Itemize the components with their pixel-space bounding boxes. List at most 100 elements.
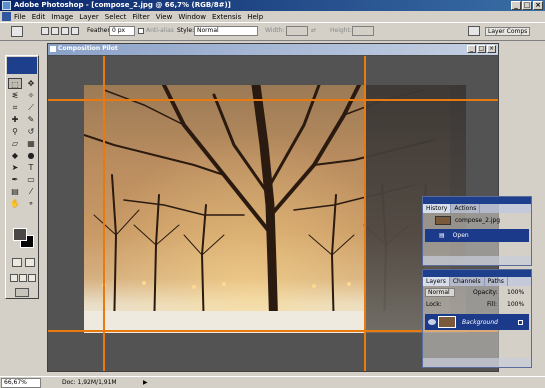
tab-actions[interactable]: Actions xyxy=(451,204,481,213)
lock-icon xyxy=(518,319,523,325)
menu-file[interactable]: File xyxy=(14,13,26,21)
menu-image[interactable]: Image xyxy=(51,13,73,21)
tool-preset-picker[interactable] xyxy=(11,26,23,37)
clone-stamp-icon[interactable]: ⚲ xyxy=(8,126,22,137)
shape-tool-icon[interactable]: ▭ xyxy=(24,174,38,185)
blend-mode-select[interactable]: Normal xyxy=(425,288,455,297)
eraser-tool-icon[interactable]: ▱ xyxy=(8,138,22,149)
app-icon xyxy=(2,1,11,10)
guide-horizontal-top[interactable] xyxy=(48,99,498,101)
menu-edit[interactable]: Edit xyxy=(32,13,46,21)
history-footer xyxy=(423,256,531,265)
move-tool-icon[interactable]: ✥ xyxy=(24,78,38,89)
layer-row-background[interactable]: Background xyxy=(425,314,529,330)
lock-label: Lock: xyxy=(426,301,442,308)
hand-tool-icon[interactable]: ✋ xyxy=(8,198,22,209)
close-button[interactable]: × xyxy=(533,1,543,10)
intersect-selection-icon[interactable] xyxy=(71,27,79,35)
menu-layer[interactable]: Layer xyxy=(79,13,99,21)
antialias-checkbox[interactable] xyxy=(138,28,144,34)
jump-to-imageready-icon[interactable] xyxy=(15,288,29,297)
fill-label: Fill: xyxy=(487,301,498,308)
palette-well-icon[interactable] xyxy=(468,26,480,36)
eye-icon[interactable] xyxy=(428,319,436,325)
fill-value[interactable]: 100% xyxy=(507,301,524,308)
photoshop-icon[interactable] xyxy=(2,12,11,21)
dodge-tool-icon[interactable]: ● xyxy=(24,150,38,161)
width-input[interactable] xyxy=(286,26,308,36)
document-title-bar[interactable]: Composition Pilot _ □ × xyxy=(48,44,498,55)
snapshot-thumbnail xyxy=(435,216,451,225)
width-label: Width: xyxy=(265,27,285,34)
standard-mode-icon[interactable] xyxy=(12,258,22,267)
opacity-value[interactable]: 100% xyxy=(507,289,524,296)
pen-tool-icon[interactable]: ✒ xyxy=(8,174,22,185)
type-tool-icon[interactable]: T xyxy=(24,162,38,173)
guide-vertical-left[interactable] xyxy=(103,56,105,371)
blur-tool-icon[interactable]: ◆ xyxy=(8,150,22,161)
zoom-tool-icon[interactable]: ⚬ xyxy=(24,198,38,209)
foreground-color-swatch[interactable] xyxy=(13,228,27,241)
tool-grid: ⬚ ✥ ᓬ ✧ ⌗ ⟋ ✚ ✎ ⚲ ↺ ▱ ▦ ◆ ● ➤ T ✒ ▭ ▤ ⁄ … xyxy=(6,75,38,209)
slice-tool-icon[interactable]: ⟋ xyxy=(24,102,38,113)
add-selection-icon[interactable] xyxy=(51,27,59,35)
toolbox: ⬚ ✥ ᓬ ✧ ⌗ ⟋ ✚ ✎ ⚲ ↺ ▱ ▦ ◆ ● ➤ T ✒ ▭ ▤ ⁄ … xyxy=(5,55,39,299)
snapshot-label: compose_2.jpg xyxy=(455,217,501,224)
status-menu-arrow-icon[interactable]: ▶ xyxy=(143,379,148,386)
brush-tool-icon[interactable]: ✎ xyxy=(24,114,38,125)
gradient-tool-icon[interactable]: ▦ xyxy=(24,138,38,149)
history-palette: History Actions compose_2.jpg ▤ Open xyxy=(422,196,532,266)
history-step-open[interactable]: ▤ Open xyxy=(425,229,529,242)
antialias-label: Anti-alias xyxy=(146,27,174,34)
style-select[interactable]: Normal xyxy=(194,26,258,36)
history-palette-titlebar[interactable] xyxy=(423,197,531,204)
tab-channels[interactable]: Channels xyxy=(450,277,485,286)
menu-select[interactable]: Select xyxy=(105,13,127,21)
full-screen-menu-icon[interactable] xyxy=(19,274,27,282)
marquee-tool-icon[interactable]: ⬚ xyxy=(8,78,22,89)
height-input[interactable] xyxy=(352,26,374,36)
standard-screen-icon[interactable] xyxy=(10,274,18,282)
layers-tabs: Layers Channels Paths xyxy=(423,277,531,286)
title-bar: Adobe Photoshop - [compose_2.jpg @ 66,7%… xyxy=(0,0,545,11)
zoom-input[interactable]: 66,67% xyxy=(1,378,41,388)
menu-view[interactable]: View xyxy=(156,13,173,21)
path-selection-icon[interactable]: ➤ xyxy=(8,162,22,173)
full-screen-icon[interactable] xyxy=(28,274,36,282)
layer-name: Background xyxy=(462,318,498,326)
adobe-logo[interactable] xyxy=(7,57,37,74)
new-selection-icon[interactable] xyxy=(41,27,49,35)
history-brush-icon[interactable]: ↺ xyxy=(24,126,38,137)
healing-brush-icon[interactable]: ✚ xyxy=(8,114,22,125)
lasso-tool-icon[interactable]: ᓬ xyxy=(8,90,22,101)
notes-tool-icon[interactable]: ▤ xyxy=(8,186,22,197)
layer-comps-tab[interactable]: Layer Comps xyxy=(485,27,531,36)
doc-minimize-button[interactable]: _ xyxy=(467,45,476,53)
tab-history[interactable]: History xyxy=(423,204,452,213)
maximize-button[interactable]: □ xyxy=(522,1,532,10)
history-state-icon: ▤ xyxy=(439,232,445,239)
menu-window[interactable]: Window xyxy=(178,13,206,21)
swap-icon[interactable]: ⇄ xyxy=(311,27,316,34)
menu-filter[interactable]: Filter xyxy=(132,13,149,21)
history-step-label: Open xyxy=(452,232,469,239)
menu-extensis[interactable]: Extensis xyxy=(212,13,241,21)
feather-input[interactable]: 0 px xyxy=(109,26,135,36)
eyedropper-icon[interactable]: ⁄ xyxy=(24,186,38,197)
tab-paths[interactable]: Paths xyxy=(485,277,508,286)
subtract-selection-icon[interactable] xyxy=(61,27,69,35)
menu-bar: File Edit Image Layer Select Filter View… xyxy=(0,11,545,22)
guide-vertical-right[interactable] xyxy=(364,56,366,371)
magic-wand-icon[interactable]: ✧ xyxy=(24,90,38,101)
doc-close-button[interactable]: × xyxy=(487,45,496,53)
crop-tool-icon[interactable]: ⌗ xyxy=(8,102,22,113)
minimize-button[interactable]: _ xyxy=(511,1,521,10)
layers-palette-titlebar[interactable] xyxy=(423,270,531,277)
quick-mask-icon[interactable] xyxy=(25,258,35,267)
history-snapshot[interactable]: compose_2.jpg xyxy=(425,214,529,227)
doc-maximize-button[interactable]: □ xyxy=(477,45,486,53)
tab-layers[interactable]: Layers xyxy=(423,277,450,286)
document-size: Doc: 1,92M/1,91M xyxy=(62,379,117,386)
menu-help[interactable]: Help xyxy=(247,13,263,21)
status-bar: 66,67% Doc: 1,92M/1,91M ▶ xyxy=(0,376,545,388)
